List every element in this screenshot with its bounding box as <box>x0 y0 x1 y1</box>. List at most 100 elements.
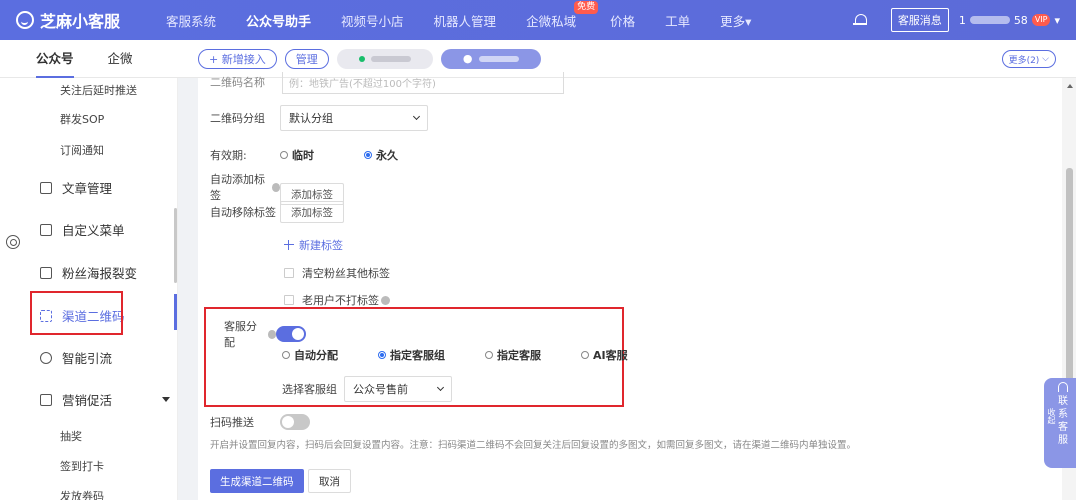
help-icon[interactable] <box>267 329 276 339</box>
new-tag-row[interactable]: 新建标签 <box>284 237 343 253</box>
bell-icon[interactable] <box>852 13 867 27</box>
service-group-value: 公众号售前 <box>353 383 408 396</box>
nav-item-customer-service[interactable]: 客服系统 <box>166 11 216 30</box>
auto-add-label-text: 自动添加标签 <box>210 173 265 202</box>
sidebar-item-custom-menu[interactable]: 自定义菜单 <box>40 220 125 239</box>
account-name-blurred-active <box>478 55 519 62</box>
radio-icon <box>581 351 589 359</box>
share-icon <box>40 351 52 364</box>
assign-auto-radio[interactable]: 自动分配 <box>282 347 338 363</box>
user-id-suffix: 58 <box>1013 13 1028 27</box>
chevron-down-icon: ▾ <box>1054 13 1060 27</box>
plus-icon <box>284 240 294 250</box>
add-access-button[interactable]: + 新增接入 <box>198 48 277 69</box>
radio-checked-icon <box>378 351 386 359</box>
tab-official-account[interactable]: 公众号 <box>36 40 74 78</box>
radio-label: 永久 <box>376 149 398 162</box>
top-navbar: 芝麻小客服 客服系统 公众号助手 视频号小店 机器人管理 企微私域 免费 价格 … <box>0 0 1076 40</box>
scan-push-note: 开启并设置回复内容，扫码后会回复设置内容。注意：扫码渠道二维码不会回复关注后回复… <box>210 440 857 451</box>
scan-push-row: 扫码推送 <box>210 414 310 430</box>
nav-item-ticket[interactable]: 工单 <box>665 11 690 30</box>
radio-icon <box>485 351 493 359</box>
sidebar-item-label: 智能引流 <box>62 351 113 366</box>
user-id-blurred <box>969 16 1010 24</box>
nav-item-wecom-label: 企微私域 <box>526 13 577 29</box>
nav-item-video-shop[interactable]: 视频号小店 <box>341 11 404 30</box>
assign-label: 客服分配 <box>224 318 276 350</box>
validity-permanent-radio[interactable]: 永久 <box>364 147 398 163</box>
nav-item-official-account[interactable]: 公众号助手 <box>246 11 311 30</box>
contact-char: 系 <box>1058 409 1068 420</box>
account-chip-active[interactable]: ● <box>440 48 541 69</box>
collapse-label: 收起 <box>1047 408 1056 424</box>
manage-button[interactable]: 管理 <box>284 48 329 69</box>
account-chip[interactable] <box>336 48 433 69</box>
user-menu[interactable]: 1 58 VIP ▾ <box>959 14 1060 27</box>
sidebar-item-coupon[interactable]: 发放券码 <box>60 488 104 500</box>
no-tag-old-checkbox[interactable] <box>284 295 294 305</box>
radio-label: AI客服 <box>593 349 628 362</box>
contact-service-widget[interactable]: 收起 联 系 客 服 <box>1044 378 1076 468</box>
auto-add-label: 自动添加标签 <box>210 171 280 203</box>
more-accounts-button[interactable]: 更多(2) ⌵ <box>1001 50 1056 68</box>
sidebar-item-subscribe-notice[interactable]: 订阅通知 <box>60 142 104 158</box>
sidebar-item-articles[interactable]: 文章管理 <box>40 178 112 197</box>
sidebar-item-group-sop[interactable]: 群发SOP <box>60 111 104 127</box>
contact-service-button[interactable]: 联 系 客 服 <box>1058 382 1068 464</box>
auto-remove-row: 自动移除标签 添加标签 <box>210 201 344 223</box>
sidebar-item-smart-traffic[interactable]: 智能引流 <box>40 348 112 367</box>
nav-item-price[interactable]: 价格 <box>610 11 635 30</box>
vip-badge: VIP <box>1031 14 1051 26</box>
auto-remove-tag-button[interactable]: 添加标签 <box>280 201 344 223</box>
document-icon <box>40 181 52 194</box>
tab-wecom[interactable]: 企微 <box>108 40 133 78</box>
nav-item-more[interactable]: 更多▾ <box>720 11 751 30</box>
nav-item-wecom-private[interactable]: 企微私域 免费 <box>526 0 599 30</box>
auto-remove-label: 自动移除标签 <box>210 206 276 219</box>
clear-tags-row[interactable]: 清空粉丝其他标签 <box>284 265 390 281</box>
sidebar-item-checkin[interactable]: 签到打卡 <box>60 458 104 474</box>
cancel-button[interactable]: 取消 <box>308 469 351 493</box>
radio-label: 指定客服 <box>497 349 541 362</box>
sidebar-scrollbar[interactable] <box>174 208 177 283</box>
qrcode-name-input[interactable]: 例：地铁广告(不超过100个字符) <box>282 72 564 94</box>
assign-row: 客服分配 <box>224 318 306 350</box>
service-group-select[interactable]: 公众号售前 <box>344 376 452 402</box>
online-status-icon <box>358 55 365 62</box>
brand[interactable]: 芝麻小客服 <box>0 8 166 32</box>
customer-message-button[interactable]: 客服消息 <box>890 8 949 32</box>
sidebar-item-marketing[interactable]: 营销促活 <box>40 390 171 409</box>
help-icon[interactable] <box>381 295 390 305</box>
assign-toggle[interactable] <box>276 326 306 342</box>
new-tag-link[interactable]: 新建标签 <box>299 237 343 253</box>
assign-agent-radio[interactable]: 指定客服 <box>485 347 541 363</box>
more-accounts-label: 更多(2) <box>1008 55 1040 66</box>
sidebar-item-label: 粉丝海报裂变 <box>62 266 138 281</box>
no-tag-old-row[interactable]: 老用户不打标签 <box>284 292 390 308</box>
clear-tags-checkbox[interactable] <box>284 268 294 278</box>
scan-push-toggle[interactable] <box>280 414 310 430</box>
sidebar-item-label: 营销促活 <box>62 393 113 408</box>
sidebar-item-poster-fission[interactable]: 粉丝海报裂变 <box>40 263 137 282</box>
validity-temporary-radio[interactable]: 临时 <box>280 147 314 163</box>
nav-more-label: 更多 <box>720 13 746 29</box>
gear-icon[interactable] <box>6 235 20 249</box>
generate-qrcode-button[interactable]: 生成渠道二维码 <box>210 469 304 493</box>
scroll-up-icon[interactable] <box>1067 84 1073 88</box>
assign-group-radio[interactable]: 指定客服组 <box>378 347 445 363</box>
grid-icon <box>40 223 52 236</box>
chevron-down-icon <box>436 383 445 392</box>
assign-ai-radio[interactable]: AI客服 <box>581 347 628 363</box>
sidebar-item-delayed-push[interactable]: 关注后延时推送 <box>60 82 137 98</box>
sidebar-item-lottery[interactable]: 抽奖 <box>60 428 82 444</box>
collapse-widget-button[interactable]: 收起 <box>1046 408 1056 464</box>
clear-tags-label: 清空粉丝其他标签 <box>302 267 390 280</box>
chart-icon <box>40 393 52 406</box>
help-icon[interactable] <box>271 182 280 192</box>
radio-icon <box>280 151 288 159</box>
group-select[interactable]: 默认分组 <box>280 105 428 131</box>
nav-item-robot[interactable]: 机器人管理 <box>434 11 497 30</box>
validity-label: 有效期: <box>210 149 247 162</box>
contact-char: 服 <box>1058 435 1068 446</box>
chevron-down-icon <box>412 112 421 121</box>
